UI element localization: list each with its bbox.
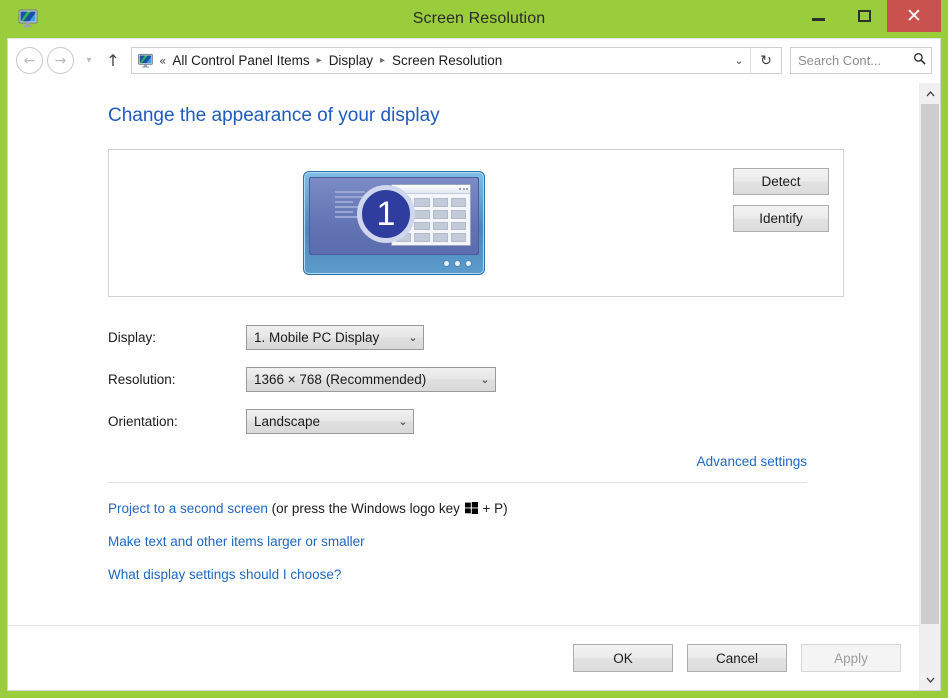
- display-row: Display: 1. Mobile PC Display ⌄: [108, 323, 919, 351]
- detect-button[interactable]: Detect: [733, 168, 829, 195]
- title-bar: Screen Resolution ✕: [7, 0, 941, 38]
- what-display-settings-link[interactable]: What display settings should I choose?: [108, 567, 341, 582]
- resolution-label: Resolution:: [108, 371, 176, 387]
- page-title: Change the appearance of your display: [108, 105, 440, 126]
- display-monitor-icon: [137, 52, 154, 69]
- scroll-up-button[interactable]: [920, 83, 940, 104]
- breadcrumb: « All Control Panel Items ▸ Display ▸ Sc…: [159, 53, 728, 68]
- monitor-graphic-icon: 1: [304, 172, 484, 274]
- mini-line: [335, 191, 365, 193]
- monitor-indicator-dot: [466, 261, 471, 266]
- back-button[interactable]: ←: [16, 47, 43, 74]
- orientation-select-value: Landscape: [254, 413, 321, 429]
- what-settings-row: What display settings should I choose?: [108, 567, 919, 582]
- project-link-mid-text: (or press the Windows logo key: [267, 501, 464, 516]
- forward-arrow-icon: →: [54, 52, 67, 69]
- screen-resolution-window: Screen Resolution ✕ ← → ▾ ↑ « All Contro…: [0, 0, 948, 698]
- section-divider: [108, 482, 807, 483]
- mini-line: [335, 201, 353, 203]
- mini-line: [335, 211, 353, 213]
- minimize-button[interactable]: [795, 0, 841, 32]
- ok-button[interactable]: OK: [573, 644, 673, 672]
- project-link-row: Project to a second screen (or press the…: [108, 501, 919, 516]
- recent-locations-button[interactable]: ▾: [80, 55, 98, 66]
- orientation-label: Orientation:: [108, 413, 178, 429]
- dialog-footer: OK Cancel Apply: [8, 626, 919, 690]
- window-controls: ✕: [795, 0, 941, 32]
- address-bar[interactable]: « All Control Panel Items ▸ Display ▸ Sc…: [131, 47, 782, 74]
- back-arrow-icon: ←: [23, 52, 36, 69]
- display-monitor-icon: [17, 7, 39, 29]
- make-text-larger-link[interactable]: Make text and other items larger or smal…: [108, 534, 365, 549]
- display-select-value: 1. Mobile PC Display: [254, 329, 380, 345]
- orientation-row: Orientation: Landscape ⌄: [108, 407, 919, 435]
- maximize-button[interactable]: [841, 0, 887, 32]
- settings-form: Display: 1. Mobile PC Display ⌄ Resoluti…: [108, 323, 919, 435]
- display-select[interactable]: 1. Mobile PC Display ⌄: [246, 324, 424, 350]
- project-to-second-screen-link[interactable]: Project to a second screen: [108, 501, 268, 516]
- navigation-bar: ← → ▾ ↑ « All Control Panel Items ▸ Disp…: [8, 39, 940, 83]
- breadcrumb-item-all-control-panel-items[interactable]: All Control Panel Items: [172, 53, 309, 68]
- chevron-down-icon: ⌄: [408, 330, 418, 344]
- chevron-down-icon: ⌄: [398, 414, 408, 428]
- scroll-down-button[interactable]: [920, 669, 940, 690]
- display-preview-panel: 1 Detect Identify: [108, 149, 844, 297]
- advanced-settings-row: Advanced settings: [108, 453, 807, 471]
- preview-buttons: Detect Identify: [733, 168, 829, 232]
- maximize-icon: [857, 10, 871, 22]
- make-text-larger-row: Make text and other items larger or smal…: [108, 534, 919, 549]
- help-links: Project to a second screen (or press the…: [108, 501, 919, 582]
- orientation-select[interactable]: Landscape ⌄: [246, 408, 414, 434]
- monitor-preview[interactable]: 1: [304, 172, 484, 274]
- monitor-number-badge: 1: [357, 185, 415, 243]
- resolution-row: Resolution: 1366 × 768 (Recommended) ⌄: [108, 365, 919, 393]
- windows-logo-icon: [464, 502, 478, 514]
- advanced-settings-link[interactable]: Advanced settings: [697, 454, 807, 469]
- scrollbar-thumb[interactable]: [921, 104, 939, 624]
- apply-button[interactable]: Apply: [801, 644, 901, 672]
- project-link-suffix-text: + P): [478, 501, 508, 516]
- search-magnifier-icon: [907, 52, 931, 69]
- monitor-indicator-dot: [444, 261, 449, 266]
- minimize-icon: [811, 17, 825, 21]
- identify-button[interactable]: Identify: [733, 205, 829, 232]
- cancel-button[interactable]: Cancel: [687, 644, 787, 672]
- chevron-down-icon: ⌄: [480, 372, 490, 386]
- search-box[interactable]: [790, 47, 932, 74]
- close-button[interactable]: ✕: [887, 0, 941, 32]
- monitor-base: [309, 257, 479, 270]
- resolution-select[interactable]: 1366 × 768 (Recommended) ⌄: [246, 366, 496, 392]
- close-icon: ✕: [906, 4, 922, 27]
- up-one-level-button[interactable]: ↑: [101, 51, 125, 70]
- search-input[interactable]: [791, 53, 907, 68]
- breadcrumb-item-screen-resolution[interactable]: Screen Resolution: [392, 53, 502, 68]
- breadcrumb-overflow-icon[interactable]: «: [159, 54, 166, 68]
- monitor-indicator-dot: [455, 261, 460, 266]
- breadcrumb-item-display[interactable]: Display: [329, 53, 373, 68]
- resolution-select-value: 1366 × 768 (Recommended): [254, 371, 427, 387]
- breadcrumb-separator-icon[interactable]: ▸: [380, 55, 385, 66]
- client-area: ← → ▾ ↑ « All Control Panel Items ▸ Disp…: [7, 38, 941, 691]
- scrollbar-track[interactable]: [920, 104, 940, 669]
- refresh-icon[interactable]: ↻: [750, 48, 781, 73]
- monitor-screen: 1: [309, 177, 479, 255]
- forward-button[interactable]: →: [47, 47, 74, 74]
- content-pane: Change the appearance of your display 1 …: [8, 83, 919, 690]
- address-dropdown-icon[interactable]: ⌄: [728, 54, 750, 67]
- display-label: Display:: [108, 329, 157, 345]
- breadcrumb-separator-icon[interactable]: ▸: [317, 55, 322, 66]
- vertical-scrollbar[interactable]: [919, 83, 940, 690]
